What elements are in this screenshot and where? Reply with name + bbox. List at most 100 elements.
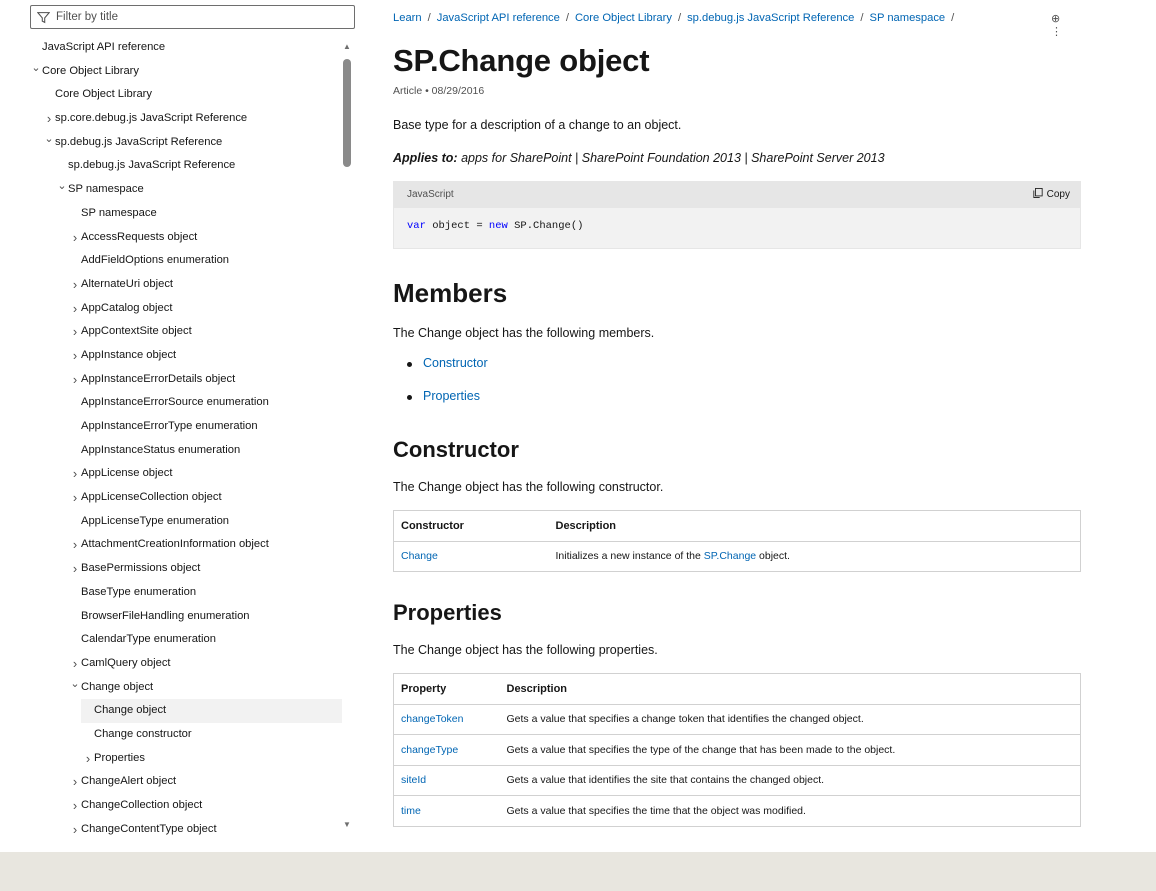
toc-item[interactable]: › AttachmentCreationInformation object: [0, 533, 342, 557]
toc-item-label: Change constructor: [94, 727, 192, 740]
chevron-right-icon[interactable]: ›: [70, 273, 80, 297]
breadcrumb: Learn / JavaScript API reference / Core Obje…: [393, 12, 960, 24]
copy-button[interactable]: Copy: [1033, 188, 1070, 200]
toc-item-label: SP namespace: [68, 183, 144, 196]
chevron-right-icon[interactable]: ›: [70, 557, 80, 581]
page-actions: ⊕ ⋮: [1033, 12, 1083, 38]
toc-item[interactable]: BrowserFileHandling enumeration: [0, 605, 342, 629]
members-link-properties[interactable]: Properties: [423, 389, 480, 403]
members-link-constructor[interactable]: Constructor: [423, 356, 488, 370]
toc-item[interactable]: AppInstanceStatus enumeration: [0, 439, 342, 463]
add-collection-icon[interactable]: ⊕: [1051, 13, 1060, 25]
chevron-right-icon[interactable]: ›: [70, 226, 80, 250]
chevron-right-icon[interactable]: ›: [70, 297, 80, 321]
toc-item[interactable]: Core Object Library: [0, 83, 342, 107]
chevron-right-icon[interactable]: ›: [70, 320, 80, 344]
toc-item[interactable]: › AppCatalog object: [0, 297, 342, 321]
filter-box[interactable]: [30, 5, 355, 29]
code-keyword-var: var: [407, 220, 426, 232]
toc-item[interactable]: › ChangeCollection object: [0, 794, 342, 818]
breadcrumb-link[interactable]: Core Object Library: [575, 12, 672, 24]
chevron-right-icon[interactable]: ›: [83, 747, 93, 771]
chevron-right-icon[interactable]: ›: [70, 462, 80, 486]
chevron-right-icon[interactable]: ›: [70, 794, 80, 818]
toc-item-label: AppLicense object: [81, 467, 173, 480]
chevron-down-icon[interactable]: ⌄: [31, 57, 41, 81]
toc-item[interactable]: › AlternateUri object: [0, 273, 342, 297]
properties-table: Property Description changeToken Gets a …: [393, 673, 1081, 827]
filter-icon: [37, 11, 50, 23]
table-cell: Gets a value that identifies the site th…: [499, 764, 1081, 796]
toc-item[interactable]: › ChangeContentType object: [0, 818, 342, 842]
breadcrumb-separator: /: [677, 12, 682, 24]
breadcrumb-link[interactable]: JavaScript API reference: [437, 12, 560, 24]
toc-item[interactable]: › CamlQuery object: [0, 652, 342, 676]
property-link[interactable]: changeToken: [401, 713, 463, 725]
constructor-link[interactable]: Change: [401, 550, 438, 562]
property-link[interactable]: time: [401, 805, 421, 817]
toc-item[interactable]: › AccessRequests object: [0, 226, 342, 250]
toc-item[interactable]: AddFieldOptions enumeration: [0, 249, 342, 273]
chevron-right-icon[interactable]: ›: [70, 368, 80, 392]
toc-item[interactable]: › AppInstance object: [0, 344, 342, 368]
filter-input[interactable]: [56, 11, 336, 23]
table-cell: Gets a value that specifies the type of …: [499, 734, 1081, 765]
chevron-right-icon[interactable]: ›: [70, 533, 80, 557]
toc-item-label: Change object: [94, 704, 167, 717]
page-title: SP.Change object: [393, 43, 650, 78]
toc-item[interactable]: › ChangeAlert object: [0, 770, 342, 794]
toc-item[interactable]: ⌄ Change object: [0, 676, 342, 700]
chevron-right-icon[interactable]: ›: [70, 770, 80, 794]
property-link[interactable]: siteId: [401, 774, 426, 786]
toc-scrollbar[interactable]: ▲ ▼: [342, 40, 352, 830]
toc-item[interactable]: › AppContextSite object: [0, 320, 342, 344]
toc-item[interactable]: ⌄ Core Object Library: [0, 60, 342, 84]
toc-item[interactable]: › AppLicenseCollection object: [0, 486, 342, 510]
toc-item[interactable]: CalendarType enumeration: [0, 628, 342, 652]
toc-item[interactable]: Change object: [81, 699, 342, 723]
sp-change-link[interactable]: SP.Change: [704, 550, 756, 562]
code-part-1: object =: [425, 220, 489, 232]
properties-text: The Change object has the following prop…: [393, 643, 658, 657]
table-cell: Change: [393, 540, 549, 572]
code-keyword-new: new: [488, 220, 508, 232]
breadcrumb-separator: /: [565, 12, 569, 24]
scroll-down-icon[interactable]: ▼: [342, 820, 352, 830]
toc-item-label: AppContextSite object: [81, 325, 192, 338]
toc-item[interactable]: ⌄ sp.debug.js JavaScript Reference: [0, 131, 342, 155]
scroll-up-icon[interactable]: ▲: [342, 42, 352, 52]
toc-item[interactable]: JavaScript API reference: [0, 36, 342, 60]
chevron-right-icon[interactable]: ›: [70, 344, 80, 368]
toc-item[interactable]: BaseType enumeration: [0, 581, 342, 605]
code-block: JavaScript Copy var object = new SP.Chan…: [393, 181, 1081, 249]
chevron-down-icon[interactable]: ⌄: [44, 128, 54, 152]
chevron-down-icon[interactable]: ⌄: [57, 175, 67, 199]
toc-item[interactable]: › BasePermissions object: [0, 557, 342, 581]
toc-item[interactable]: › Properties: [0, 747, 342, 771]
breadcrumb-link[interactable]: SP namespace: [869, 12, 945, 24]
toc-item[interactable]: SP namespace: [0, 202, 342, 226]
toc-item[interactable]: AppInstanceErrorSource enumeration: [0, 391, 342, 415]
toc-item[interactable]: › AppInstanceErrorDetails object: [0, 368, 342, 392]
toc-item[interactable]: AppInstanceErrorType enumeration: [0, 415, 342, 439]
table-cell: changeType: [393, 734, 500, 765]
property-link[interactable]: changeType: [401, 744, 458, 756]
toc-item[interactable]: sp.debug.js JavaScript Reference: [0, 154, 342, 178]
toc-item-label: JavaScript API reference: [42, 41, 166, 53]
members-text: The Change object has the following memb…: [393, 326, 655, 340]
chevron-right-icon[interactable]: ›: [70, 486, 80, 510]
breadcrumb-separator: /: [951, 12, 955, 24]
chevron-down-icon[interactable]: ⌄: [70, 673, 80, 697]
toc-item[interactable]: AppLicenseType enumeration: [0, 510, 342, 534]
toc-item-label: ChangeAlert object: [81, 775, 177, 788]
toc-item-label: CamlQuery object: [81, 656, 171, 669]
toc-item[interactable]: Change constructor: [0, 723, 342, 747]
breadcrumb-link[interactable]: sp.debug.js JavaScript Reference: [687, 12, 854, 24]
toc-item-label: sp.core.debug.js JavaScript Reference: [55, 112, 248, 125]
breadcrumb-link[interactable]: Learn: [393, 12, 422, 24]
toc-item[interactable]: ⌄ SP namespace: [0, 178, 342, 202]
toc-item[interactable]: › AppLicense object: [0, 462, 342, 486]
more-options-icon[interactable]: ⋮: [1051, 26, 1062, 38]
scroll-thumb[interactable]: [343, 59, 351, 167]
chevron-right-icon[interactable]: ›: [70, 818, 80, 842]
